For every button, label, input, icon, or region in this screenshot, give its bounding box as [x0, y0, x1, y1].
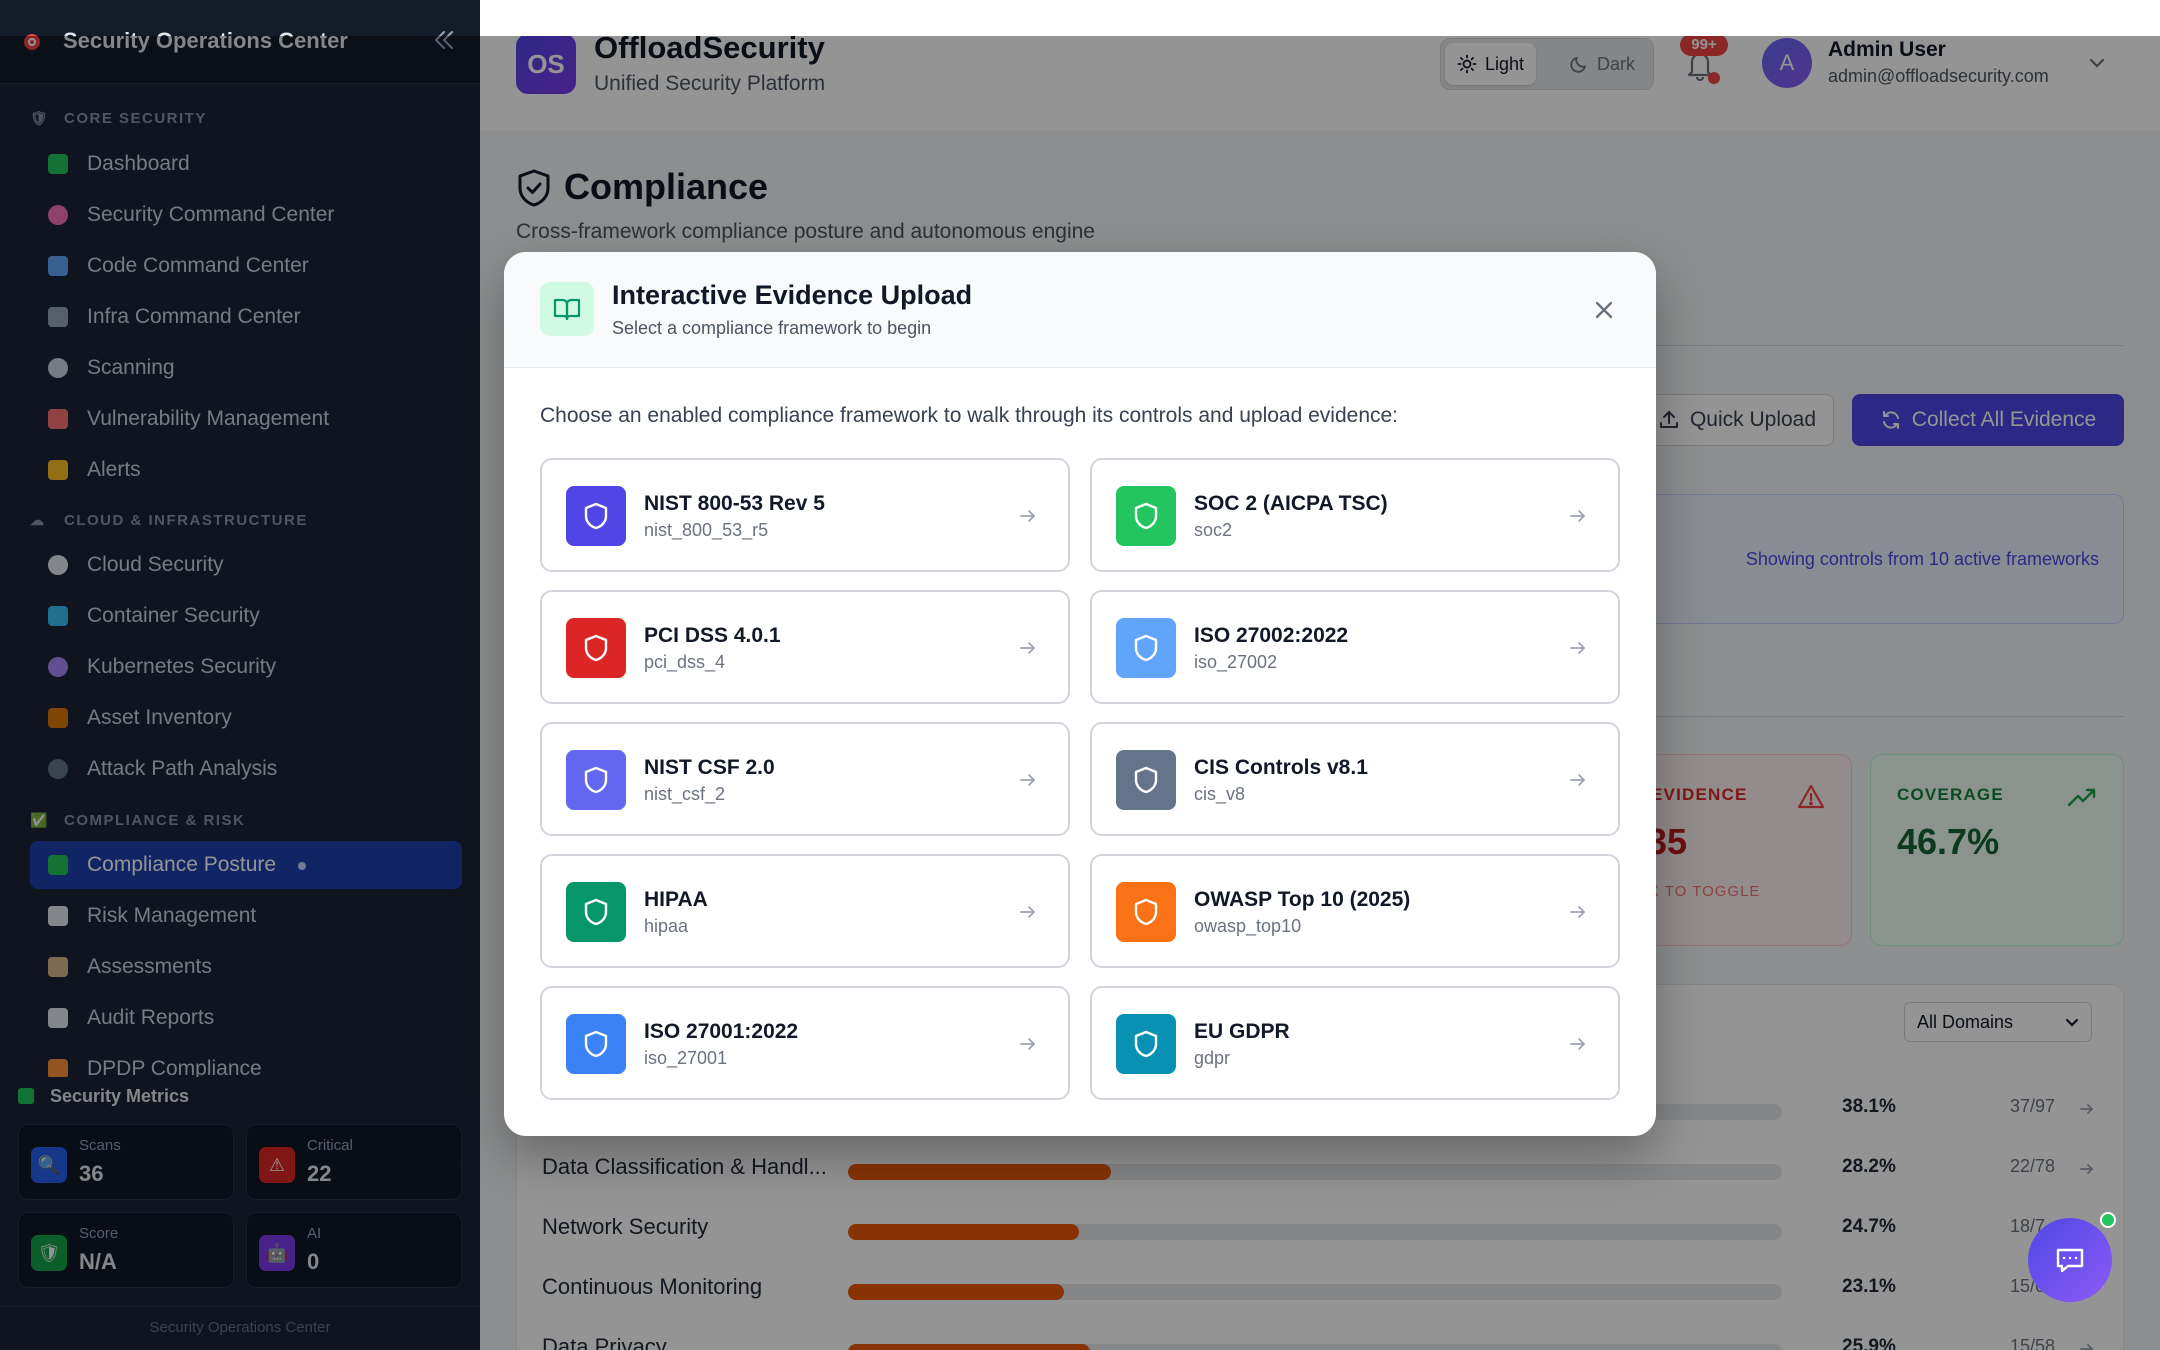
- framework-name: NIST CSF 2.0: [644, 756, 775, 779]
- framework-code: iso_27002: [1194, 652, 1278, 672]
- framework-code: nist_800_53_r5: [644, 520, 769, 540]
- framework-name: CIS Controls v8.1: [1194, 756, 1368, 779]
- framework-card-hipaa[interactable]: HIPAA hipaa: [540, 854, 1070, 968]
- arrow-right-icon: [1020, 774, 1035, 786]
- shield-icon: [1116, 486, 1176, 546]
- shield-icon: [566, 1014, 626, 1074]
- framework-name: ISO 27002:2022: [1194, 624, 1349, 647]
- framework-name: NIST 800-53 Rev 5: [644, 492, 825, 515]
- shield-icon: [1116, 618, 1176, 678]
- framework-card-nist-800-53-r5[interactable]: NIST 800-53 Rev 5 nist_800_53_r5: [540, 458, 1070, 572]
- online-status-dot: [2100, 1212, 2116, 1228]
- book-icon: [540, 282, 594, 336]
- shield-icon: [1116, 1014, 1176, 1074]
- framework-code: hipaa: [644, 916, 689, 936]
- shield-icon: [566, 486, 626, 546]
- framework-name: EU GDPR: [1194, 1020, 1290, 1043]
- arrow-right-icon: [1570, 906, 1585, 918]
- framework-card-owasp-top10[interactable]: OWASP Top 10 (2025) owasp_top10: [1090, 854, 1620, 968]
- modal-title: Interactive Evidence Upload: [612, 280, 973, 310]
- framework-name: SOC 2 (AICPA TSC): [1194, 492, 1388, 515]
- chat-bubble-icon: [2056, 1248, 2084, 1273]
- arrow-right-icon: [1020, 1038, 1035, 1050]
- framework-code: iso_27001: [644, 1048, 728, 1068]
- arrow-right-icon: [1020, 510, 1035, 522]
- framework-name: HIPAA: [644, 888, 708, 911]
- shield-icon: [1116, 882, 1176, 942]
- arrow-right-icon: [1570, 1038, 1585, 1050]
- framework-card-gdpr[interactable]: EU GDPR gdpr: [1090, 986, 1620, 1100]
- modal-header: Interactive Evidence Upload Select a com…: [504, 252, 1656, 368]
- shield-icon: [566, 618, 626, 678]
- framework-name: PCI DSS 4.0.1: [644, 624, 781, 647]
- framework-name: OWASP Top 10 (2025): [1194, 888, 1411, 911]
- shield-icon: [566, 750, 626, 810]
- close-icon[interactable]: [1590, 296, 1618, 324]
- arrow-right-icon: [1570, 774, 1585, 786]
- framework-card-iso-27002[interactable]: ISO 27002:2022 iso_27002: [1090, 590, 1620, 704]
- framework-name: ISO 27001:2022: [644, 1020, 799, 1043]
- arrow-right-icon: [1020, 642, 1035, 654]
- header-strip: [480, 0, 2160, 36]
- framework-code: cis_v8: [1194, 784, 1246, 804]
- framework-code: nist_csf_2: [644, 784, 726, 804]
- framework-card-pci-dss-4[interactable]: PCI DSS 4.0.1 pci_dss_4: [540, 590, 1070, 704]
- arrow-right-icon: [1020, 906, 1035, 918]
- shield-icon: [1116, 750, 1176, 810]
- arrow-right-icon: [1570, 642, 1585, 654]
- shield-icon: [566, 882, 626, 942]
- framework-card-soc2[interactable]: SOC 2 (AICPA TSC) soc2: [1090, 458, 1620, 572]
- framework-code: gdpr: [1194, 1048, 1231, 1068]
- evidence-upload-modal: Interactive Evidence Upload Select a com…: [504, 252, 1656, 1136]
- framework-code: owasp_top10: [1194, 916, 1302, 936]
- chat-assistant-button[interactable]: [2028, 1218, 2112, 1302]
- modal-subtitle: Select a compliance framework to begin: [612, 318, 932, 338]
- modal-prompt: Choose an enabled compliance framework t…: [540, 404, 1399, 427]
- framework-card-cis-v8[interactable]: CIS Controls v8.1 cis_v8: [1090, 722, 1620, 836]
- framework-card-nist-csf-2[interactable]: NIST CSF 2.0 nist_csf_2: [540, 722, 1070, 836]
- framework-code: pci_dss_4: [644, 652, 726, 672]
- framework-code: soc2: [1194, 520, 1233, 540]
- arrow-right-icon: [1570, 510, 1585, 522]
- framework-card-iso-27001[interactable]: ISO 27001:2022 iso_27001: [540, 986, 1070, 1100]
